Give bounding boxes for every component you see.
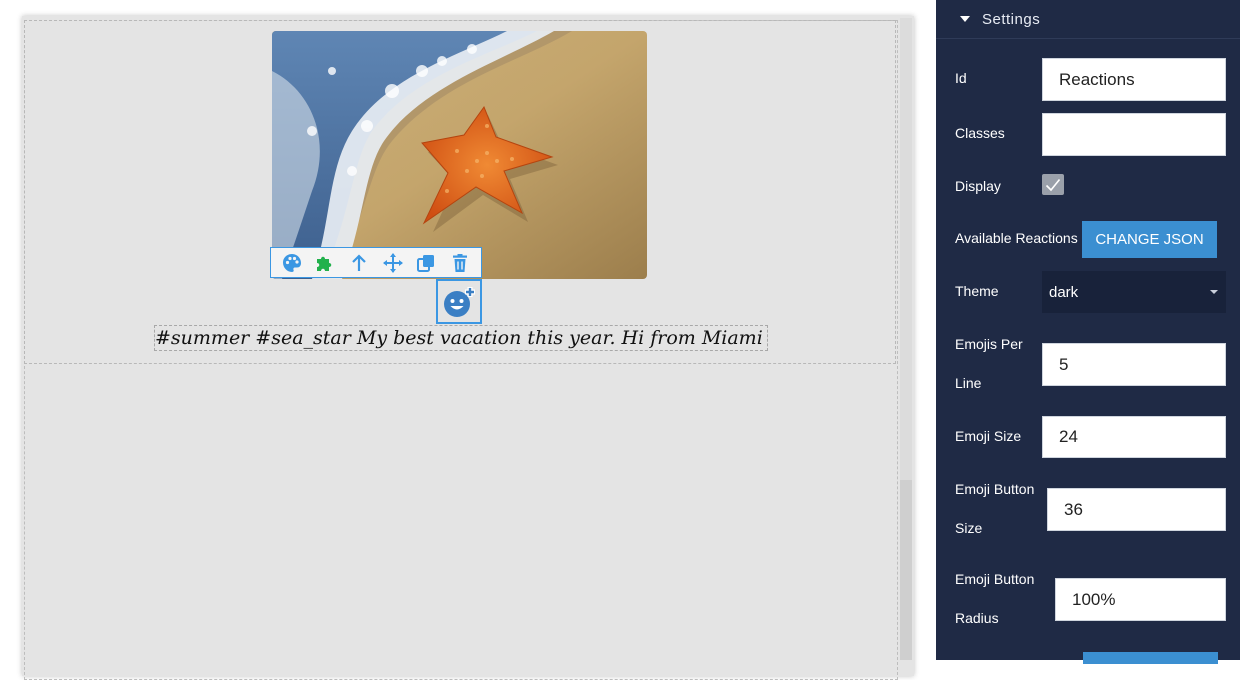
- id-field[interactable]: Reactions: [1042, 58, 1226, 101]
- emojis-per-line-label-line1: Emojis Per: [955, 336, 1023, 352]
- settings-header[interactable]: Settings: [936, 0, 1240, 39]
- display-checkbox[interactable]: [1042, 174, 1064, 195]
- puzzle-icon: [317, 256, 332, 271]
- add-reaction-button[interactable]: [436, 279, 482, 324]
- clone-button[interactable]: [413, 250, 439, 276]
- theme-label: Theme: [955, 283, 999, 299]
- select-parent-button[interactable]: [346, 250, 372, 276]
- emojis-per-line-field[interactable]: 5: [1042, 343, 1226, 386]
- traits-button[interactable]: [312, 250, 338, 276]
- post-image[interactable]: [272, 31, 647, 279]
- theme-select[interactable]: dark: [1042, 271, 1226, 313]
- available-reactions-label: Available Reactions: [955, 230, 1078, 246]
- trash-icon: [453, 253, 468, 272]
- emoji-size-field[interactable]: 24: [1042, 416, 1226, 458]
- emoji-button-radius-label: Emoji Button Radius: [955, 560, 1045, 638]
- palette-icon: [282, 253, 301, 272]
- panel-next-button[interactable]: [1083, 652, 1218, 664]
- canvas-scrollbar-thumb[interactable]: [900, 480, 912, 660]
- emoji-button-size-label: Emoji Button Size: [955, 470, 1045, 548]
- emojis-per-line-label-line2: Line: [955, 375, 982, 391]
- emojis-per-line-label: Emojis Per Line: [955, 325, 1045, 403]
- emoji-button-size-label-line1: Emoji Button: [955, 481, 1035, 497]
- emoji-button-size-field[interactable]: 36: [1047, 488, 1226, 531]
- move-icon: [382, 252, 403, 273]
- post-caption[interactable]: #summer #sea_star My best vacation this …: [154, 325, 768, 351]
- style-manager-button[interactable]: [279, 250, 305, 276]
- classes-label: Classes: [955, 125, 1005, 141]
- settings-title: Settings: [982, 10, 1041, 28]
- emoji-button-size-label-line2: Size: [955, 520, 983, 536]
- classes-field[interactable]: [1042, 113, 1226, 156]
- copy-icon: [417, 254, 435, 272]
- id-label: Id: [955, 70, 967, 86]
- move-button[interactable]: [380, 250, 406, 276]
- smiley-add-icon: [444, 286, 475, 317]
- editor-canvas: #summer #sea_star My best vacation this …: [0, 0, 936, 680]
- checkmark-icon: [1045, 178, 1061, 191]
- display-label: Display: [955, 178, 1001, 194]
- emoji-size-label: Emoji Size: [955, 428, 1022, 444]
- emoji-button-radius-label-line1: Emoji Button: [955, 571, 1035, 587]
- theme-select-value: dark: [1049, 283, 1079, 301]
- caret-down-icon: [960, 16, 970, 22]
- chevron-down-icon: [1210, 290, 1218, 294]
- emoji-button-radius-field[interactable]: 100%: [1055, 578, 1226, 621]
- delete-button[interactable]: [447, 250, 473, 276]
- arrow-up-icon: [352, 253, 366, 271]
- emoji-button-radius-label-line2: Radius: [955, 610, 999, 626]
- change-json-button[interactable]: CHANGE JSON: [1082, 221, 1217, 258]
- starfish-beach-image: [272, 31, 647, 279]
- component-toolbar: [270, 247, 482, 278]
